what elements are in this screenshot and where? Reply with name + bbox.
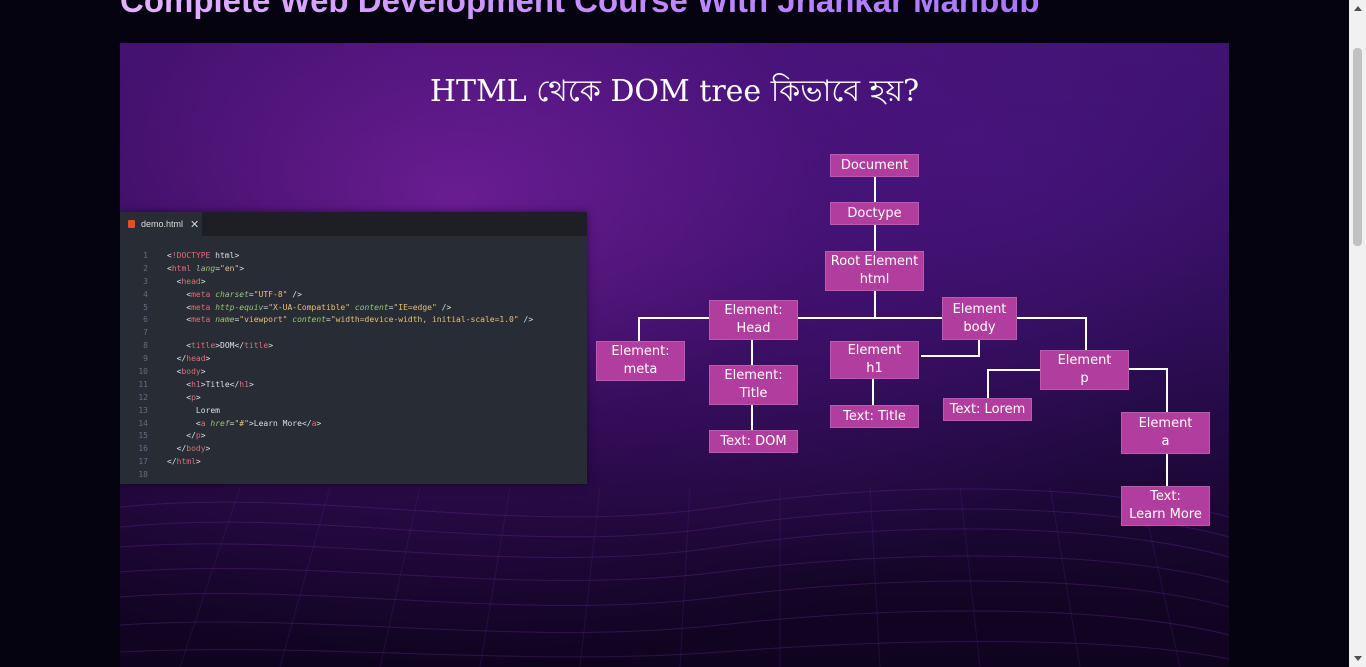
node-element-head: Element: Head <box>709 300 798 340</box>
node-text-learn-more: Text: Learn More <box>1121 486 1210 526</box>
node-element-a: Element a <box>1121 412 1210 454</box>
node-text-dom-label: Text: DOM <box>720 433 787 449</box>
node-title-label-2: Title <box>739 386 768 401</box>
edge-a-text <box>1166 454 1168 486</box>
edge-doctype-root <box>874 224 876 252</box>
edge-head-title <box>751 340 753 365</box>
node-element-title: Element: Title <box>709 365 798 405</box>
node-element-meta: Element: meta <box>596 341 685 381</box>
node-text-lorem-label: Text: Lorem <box>949 401 1026 417</box>
node-document: Document <box>830 154 919 177</box>
node-learn-label-2: Learn More <box>1129 507 1202 522</box>
node-h1-label-2: h1 <box>866 361 883 376</box>
node-root-label-2: html <box>859 272 890 287</box>
edge-p-a-v <box>1166 368 1168 413</box>
node-h1-label-1: Element <box>847 343 902 358</box>
node-element-body: Element body <box>942 297 1017 340</box>
edge-h1-text <box>872 379 874 405</box>
node-root-label-1: Root Element <box>830 254 919 269</box>
node-doctype: Doctype <box>830 202 919 225</box>
node-title-label-1: Element: <box>724 368 783 383</box>
node-p-label-2: p <box>1080 371 1089 386</box>
node-a-label-1: Element <box>1138 416 1193 431</box>
node-element-p: Element p <box>1040 350 1129 390</box>
node-doctype-label: Doctype <box>847 205 902 221</box>
edge-to-p <box>1085 317 1087 351</box>
node-meta-label-1: Element: <box>611 344 670 359</box>
node-head-label-2: Head <box>736 321 771 336</box>
node-learn-label-1: Text: <box>1150 489 1181 504</box>
node-head-label-1: Element: <box>724 303 783 318</box>
node-body-label-2: body <box>963 319 996 335</box>
node-p-label-1: Element <box>1057 353 1112 368</box>
video-player[interactable]: HTML থেকে DOM tree কিভাবে হয়? demo.html… <box>120 43 1229 667</box>
edge-body-down <box>978 340 980 356</box>
dom-tree-diagram: Document Doctype Root Element html Eleme… <box>120 43 1229 667</box>
node-text-lorem: Text: Lorem <box>943 398 1032 421</box>
arrow-up-icon[interactable] <box>1349 0 1366 17</box>
scrollbar-thumb[interactable] <box>1353 48 1362 246</box>
edge-to-meta <box>638 317 640 343</box>
edge-body-h1 <box>921 355 980 357</box>
node-a-label-2: a <box>1161 434 1170 449</box>
edge-document-doctype <box>874 177 876 205</box>
vertical-scrollbar[interactable] <box>1349 0 1366 667</box>
node-document-label: Document <box>840 157 909 173</box>
node-text-dom: Text: DOM <box>709 430 798 453</box>
node-root-html: Root Element html <box>825 251 924 291</box>
node-body-label-1: Element <box>952 301 1007 317</box>
node-element-h1: Element h1 <box>830 341 919 379</box>
edge-p-a-h <box>1128 368 1168 370</box>
node-text-title: Text: Title <box>830 405 919 428</box>
edge-p-lorem-v <box>987 369 989 399</box>
edge-root-trunk <box>874 291 876 318</box>
edge-title-text <box>751 405 753 431</box>
node-meta-label-2: meta <box>623 362 658 377</box>
node-text-title-label: Text: Title <box>843 408 906 424</box>
edge-p-lorem-h <box>987 369 1041 371</box>
course-title: Complete Web Development Course With Jha… <box>120 0 1040 20</box>
arrow-down-icon[interactable] <box>1349 650 1366 667</box>
edge-root-horizontal <box>638 317 1087 319</box>
